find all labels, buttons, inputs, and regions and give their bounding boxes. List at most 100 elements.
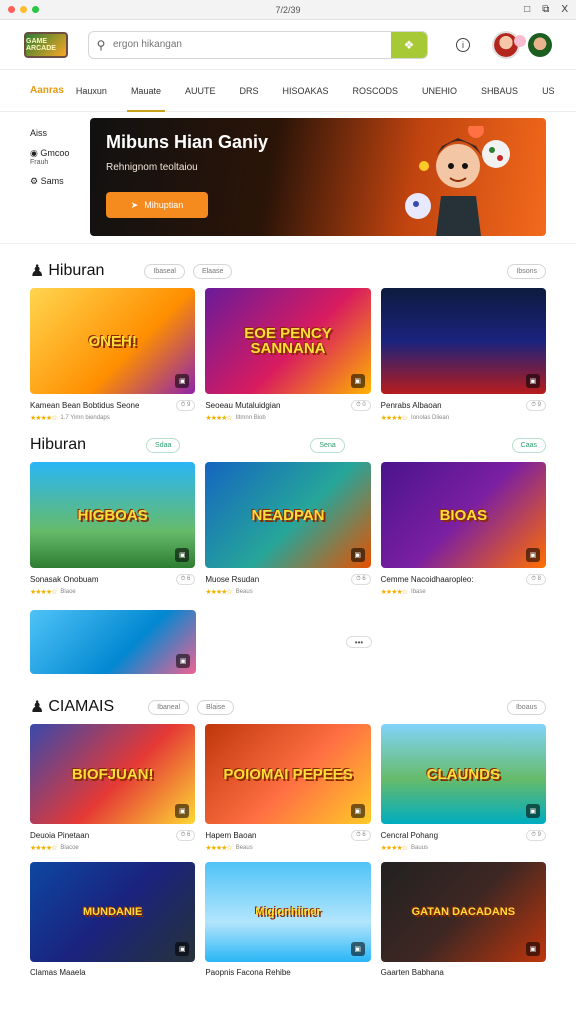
tab-7[interactable]: SHBAUS: [469, 70, 530, 112]
sidebar-item-0[interactable]: Aiss: [30, 128, 90, 138]
game-thumbnail[interactable]: HIGBOAS ▣: [30, 462, 196, 568]
game-thumbnail[interactable]: ▣: [380, 288, 546, 394]
top-nav: Aanras Hauxun Mauate AUUTE DRS HISOAKAS …: [0, 70, 576, 112]
tab-3[interactable]: DRS: [227, 70, 270, 112]
tab-8[interactable]: US: [530, 70, 567, 112]
thumbnail-title: GATAN DACADANS: [411, 905, 516, 918]
controller-icon[interactable]: ❖: [391, 31, 427, 58]
tab-4[interactable]: HISOAKAS: [271, 70, 341, 112]
camera-icon[interactable]: ▣: [525, 374, 540, 388]
camera-icon[interactable]: ▣: [350, 942, 365, 956]
game-sub: Blacoe: [60, 845, 79, 851]
maximize-dot-icon[interactable]: [32, 6, 39, 13]
camera-icon[interactable]: ▣: [175, 374, 190, 388]
thumbnail-title: NEADPAN: [251, 506, 325, 524]
hero-banner[interactable]: Mibuns Hian Ganiy Rehnignom teoltaiou ➤ M…: [90, 118, 546, 236]
tab-1-active[interactable]: Mauate: [119, 70, 173, 112]
game-name: Deuoia Pinetaan: [30, 831, 90, 840]
tile-icon[interactable]: ⧉: [542, 4, 549, 15]
hero-subtitle: Rehnignom teoltaiou: [106, 162, 198, 173]
game-sub: Iltmnn Biob: [235, 415, 266, 421]
game-card[interactable]: Migionhiiner ▣ Paopnis Facona Rehibe: [205, 862, 371, 977]
camera-icon[interactable]: ▣: [350, 374, 365, 388]
hero-title: Mibuns Hian Ganiy: [106, 132, 269, 152]
game-name: Penrabs Albaoan: [380, 401, 442, 410]
game-thumbnail[interactable]: BIOFJUAN! ▣: [30, 724, 196, 824]
game-card[interactable]: HIGBOAS ▣ Sonasak Onobuam ⏱ 6 ★★★★☆ Blaoe: [30, 462, 196, 596]
game-name: Gaarten Babhana: [380, 968, 444, 977]
minimize-dot-icon[interactable]: [20, 6, 27, 13]
game-thumbnail[interactable]: ▣: [30, 610, 196, 674]
sidebar-item-2[interactable]: ⚙ Sams: [30, 176, 90, 187]
game-thumbnail[interactable]: BIOAS ▣: [380, 462, 546, 568]
thumbnail-title: CLAUNDS: [426, 765, 500, 783]
sidebar-item-1[interactable]: ◉ Gmcoo Frauh: [30, 148, 90, 166]
more-button[interactable]: •••: [346, 636, 372, 648]
game-card[interactable]: BIOAS ▣ Cemme Nacoidhaaropleo: ⏱ 8 ★★★★☆ Ib…: [380, 462, 546, 596]
game-name: Seoeau Mutaluidgian: [205, 401, 281, 410]
camera-icon[interactable]: ▣: [525, 804, 540, 818]
game-thumbnail[interactable]: NEADPAN ▣: [205, 462, 371, 568]
tab-0[interactable]: Hauxun: [64, 70, 119, 112]
tab-2[interactable]: AUUTE: [173, 70, 228, 112]
notification-badge-icon[interactable]: [514, 34, 526, 47]
window-close-icon[interactable]: X: [561, 4, 568, 15]
avatar-secondary[interactable]: [514, 32, 552, 57]
logo[interactable]: GAME ARCADE: [24, 31, 68, 58]
camera-icon[interactable]: ▣: [175, 942, 190, 956]
game-card[interactable]: EOE PENCY SANNANA ▣ Seoeau Mutaluidgian ⏱ …: [205, 288, 371, 422]
game-grid-2: HIGBOAS ▣ Sonasak Onobuam ⏱ 6 ★★★★☆ Blaoe N…: [0, 462, 576, 596]
game-thumbnail[interactable]: GATAN DACADANS ▣: [380, 862, 546, 962]
game-card[interactable]: POIOMAI PEPEES ▣ Hapem Baoan ⏱ 6 ★★★★☆ Beau…: [205, 724, 371, 852]
game-thumbnail[interactable]: MUNDANIE ▣: [30, 862, 196, 962]
filter-pill[interactable]: Ibaneal: [148, 699, 190, 715]
game-sub: Bauus: [411, 845, 429, 851]
filter-pill[interactable]: Ibaseal: [144, 263, 185, 279]
see-all-pill[interactable]: Ibsons: [507, 263, 546, 279]
thumbnail-title: ONEH!: [88, 332, 137, 350]
game-thumbnail[interactable]: POIOMAI PEPEES ▣: [205, 724, 371, 824]
game-thumbnail[interactable]: Migionhiiner ▣: [205, 862, 371, 962]
camera-icon[interactable]: ▣: [525, 548, 540, 562]
restore-icon[interactable]: □: [524, 4, 530, 15]
game-card[interactable]: ▣ Penrabs Albaoan ⏱ 9 ★★★★☆ Ionolas Dliean: [380, 288, 546, 422]
section-title: CIAMAIS: [48, 698, 115, 715]
tab-5[interactable]: ROSCODS: [341, 70, 411, 112]
game-card[interactable]: ▣: [30, 610, 196, 674]
camera-icon[interactable]: ▣: [175, 548, 190, 562]
close-dot-icon[interactable]: [8, 6, 15, 13]
camera-icon[interactable]: ▣: [525, 942, 540, 956]
game-card[interactable]: NEADPAN ▣ Muose Rsudan ⏱ 6 ★★★★☆ Beaus: [205, 462, 371, 596]
game-sub: Beaus: [235, 845, 253, 851]
camera-icon[interactable]: ▣: [175, 804, 190, 818]
app-header: GAME ARCADE ⚲ ❖ i: [0, 20, 576, 70]
section-title: Hiburan: [30, 436, 87, 453]
filter-pill[interactable]: Blaise: [197, 699, 235, 715]
game-name: Muose Rsudan: [205, 575, 260, 584]
hero-cta-button[interactable]: ➤ Mihuptian: [106, 192, 208, 218]
game-sub: Ionolas Dliean: [411, 415, 450, 421]
game-thumbnail[interactable]: ONEH! ▣: [30, 288, 196, 394]
camera-icon[interactable]: ▣: [176, 654, 190, 668]
game-card[interactable]: MUNDANIE ▣ Clamas Maaela: [30, 862, 196, 977]
filter-pill[interactable]: Sena: [310, 437, 345, 453]
search-input[interactable]: [113, 39, 391, 50]
info-icon[interactable]: i: [456, 37, 470, 52]
filter-pill[interactable]: Elaase: [192, 263, 233, 279]
game-count: ⏱ 6: [350, 574, 371, 585]
tab-6[interactable]: UNEHIO: [410, 70, 469, 112]
camera-icon[interactable]: ▣: [350, 548, 365, 562]
filter-pill[interactable]: Sdaa: [146, 437, 181, 453]
game-thumbnail[interactable]: CLAUNDS ▣: [380, 724, 546, 824]
game-card[interactable]: ONEH! ▣ Kamean Bean Bobtidus Seone ⏱ 9 ★★★…: [30, 288, 196, 422]
nav-brand[interactable]: Aanras: [30, 85, 64, 96]
see-all-pill[interactable]: Iboaus: [506, 699, 546, 715]
game-card[interactable]: CLAUNDS ▣ Cencral Pohang ⏱ 9 ★★★★☆ Bauus: [380, 724, 546, 852]
camera-icon[interactable]: ▣: [350, 804, 365, 818]
game-card[interactable]: GATAN DACADANS ▣ Gaarten Babhana: [380, 862, 546, 977]
sidebar-item-sub: Frauh: [30, 159, 49, 166]
hero-area: Aiss ◉ Gmcoo Frauh ⚙ Sams Mibuns Hian Ga…: [0, 112, 576, 244]
game-card[interactable]: BIOFJUAN! ▣ Deuoia Pinetaan ⏱ 6 ★★★★☆ Blaco…: [30, 724, 196, 852]
see-all-pill[interactable]: Caas: [511, 437, 546, 453]
game-thumbnail[interactable]: EOE PENCY SANNANA ▣: [205, 288, 371, 394]
